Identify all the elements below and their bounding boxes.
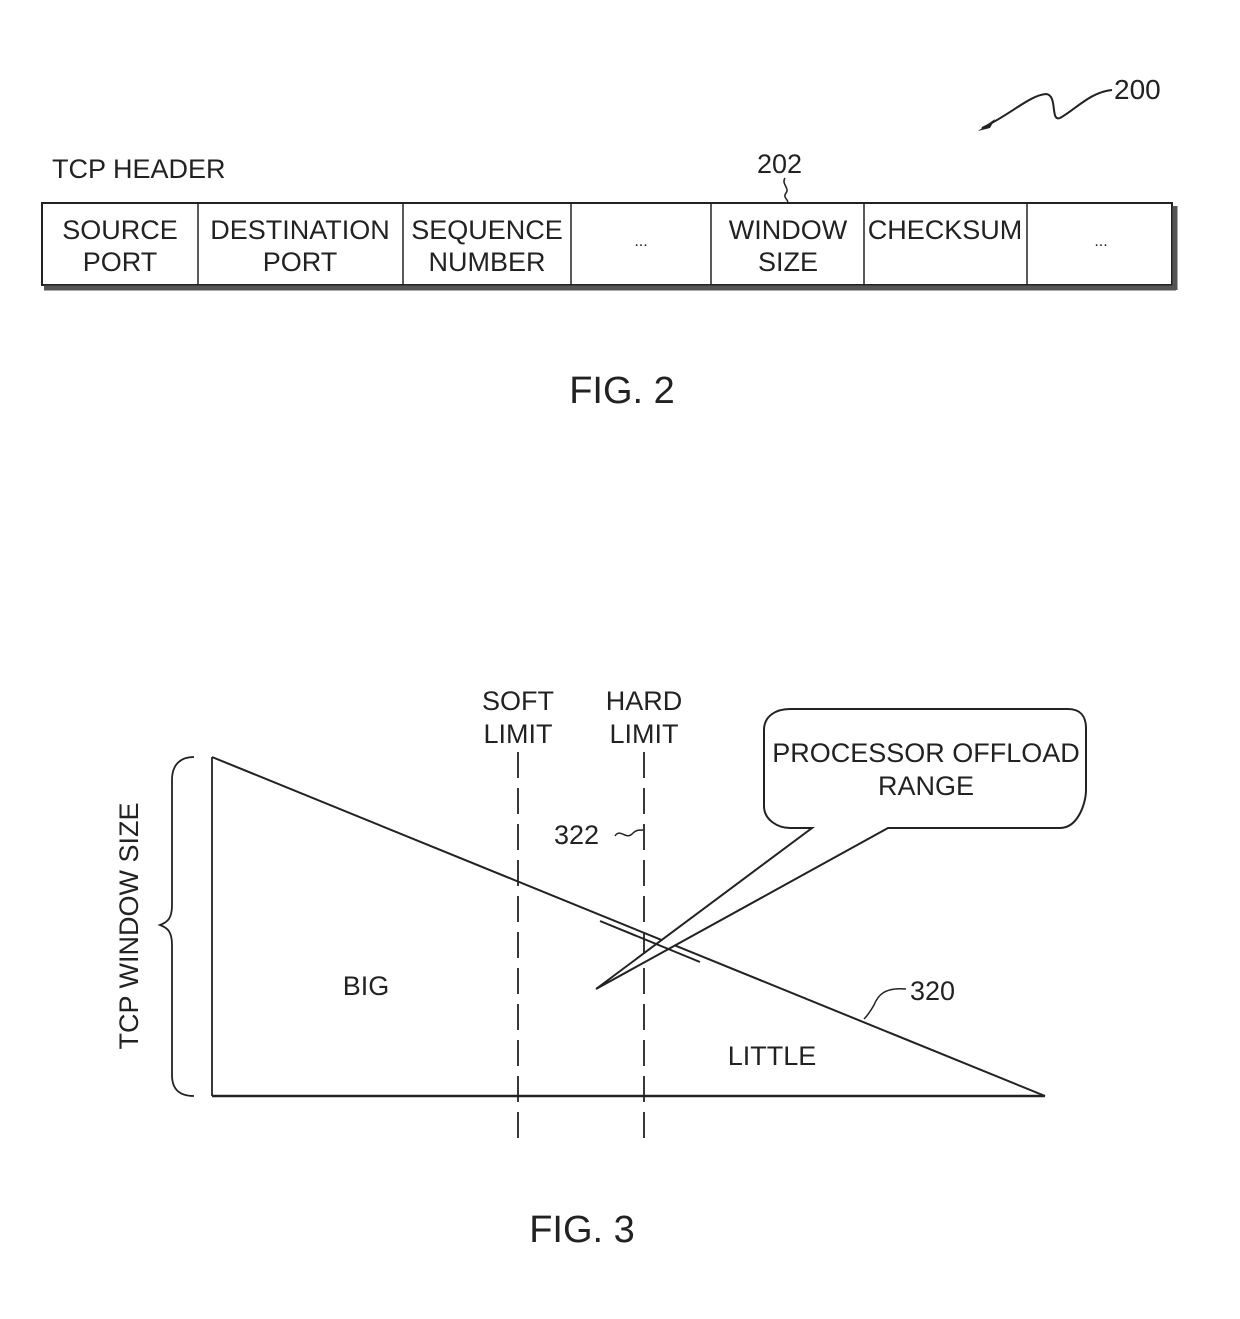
svg-text:NUMBER: NUMBER [428, 247, 545, 277]
ref-200-leader [981, 89, 1113, 129]
hard-limit-label-2: LIMIT [609, 719, 678, 749]
soft-limit-label-1: SOFT [482, 686, 554, 716]
svg-text:SEQUENCE: SEQUENCE [411, 215, 563, 245]
ref-320-leader [863, 987, 907, 1020]
figure-3: TCP WINDOW SIZE SOFT LIMIT HARD LIMIT 32… [114, 686, 1087, 1251]
region-big-label: BIG [343, 971, 390, 1001]
soft-limit-label-2: LIMIT [483, 719, 552, 749]
y-axis-label: TCP WINDOW SIZE [114, 803, 144, 1050]
ref-322-label: 322 [554, 820, 599, 850]
svg-text:PORT: PORT [83, 247, 158, 277]
fig-2-caption: FIG. 2 [569, 370, 675, 412]
svg-text:...: ... [1094, 233, 1107, 250]
ref-322-leader [614, 829, 644, 837]
hard-limit-label-1: HARD [606, 686, 683, 716]
svg-text:WINDOW: WINDOW [729, 215, 848, 245]
svg-text:DESTINATION: DESTINATION [210, 215, 390, 245]
ref-202-leader [783, 177, 789, 204]
svg-text:CHECKSUM: CHECKSUM [868, 215, 1023, 245]
svg-text:PORT: PORT [263, 247, 338, 277]
fig-3-caption: FIG. 3 [529, 1209, 635, 1251]
callout-text-1: PROCESSOR OFFLOAD [772, 738, 1080, 768]
svg-text:SOURCE: SOURCE [62, 215, 178, 245]
field-ellipsis-2: ... [1094, 233, 1107, 250]
callout-text-2: RANGE [878, 771, 974, 801]
arrowhead-icon [978, 119, 995, 131]
tcp-header-label: TCP HEADER [52, 154, 226, 184]
ref-200-label: 200 [1114, 74, 1161, 105]
figure-2: 200 TCP HEADER 202 SOURCE PORT DESTINATI… [41, 74, 1178, 412]
brace-icon [157, 756, 195, 1097]
region-little-label: LITTLE [728, 1041, 817, 1071]
svg-text:...: ... [634, 233, 647, 250]
patent-drawing: 200 TCP HEADER 202 SOURCE PORT DESTINATI… [41, 74, 1178, 1251]
svg-text:SIZE: SIZE [758, 247, 818, 277]
field-checksum: CHECKSUM [868, 215, 1023, 245]
field-ellipsis-1: ... [634, 233, 647, 250]
ref-202-label: 202 [757, 149, 802, 179]
ref-320-label: 320 [910, 976, 955, 1006]
